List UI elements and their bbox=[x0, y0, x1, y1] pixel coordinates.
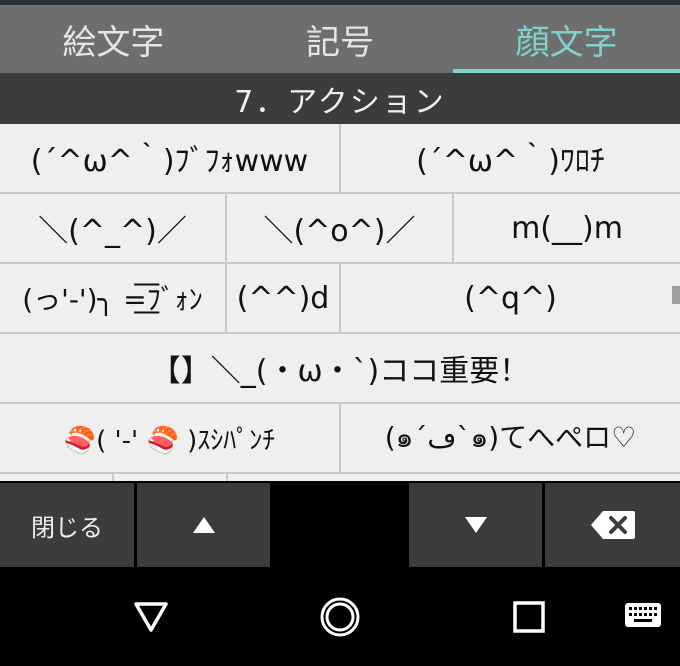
close-label: 閉じる bbox=[31, 513, 103, 542]
kaomoji-cell[interactable]: ＼(^_^)／ bbox=[0, 194, 225, 262]
kaomoji-cell[interactable] bbox=[0, 474, 112, 481]
kaomoji-cell[interactable]: 🍣( '-' 🍣 )ｽｼﾊﾟﾝﾁ bbox=[0, 404, 339, 472]
recents-button[interactable] bbox=[484, 568, 574, 666]
tab-symbols[interactable]: 記号 bbox=[227, 5, 454, 73]
page-up-button[interactable] bbox=[137, 483, 270, 567]
back-button[interactable] bbox=[106, 568, 196, 666]
kaomoji-cell[interactable]: (๑´ڡ`๑)てへぺロ♡ bbox=[341, 404, 680, 472]
grid-row bbox=[0, 474, 680, 481]
tab-bar: 絵文字 記号 顔文字 bbox=[0, 5, 680, 73]
kaomoji-cell[interactable]: 【】＼_(・ω・`)ココ重要！ bbox=[0, 334, 680, 402]
kaomoji-grid: (´^ω^｀)ﾌﾞﾌｫwww (´^ω^｀)ﾜﾛﾁ ＼(^_^)／ ＼(^o^)… bbox=[0, 124, 680, 481]
grid-row: 🍣( '-' 🍣 )ｽｼﾊﾟﾝﾁ (๑´ڡ`๑)てへぺロ♡ bbox=[0, 404, 680, 472]
tab-emoji[interactable]: 絵文字 bbox=[0, 5, 227, 73]
triangle-up-icon bbox=[192, 517, 215, 533]
triangle-down-icon bbox=[464, 517, 487, 533]
kaomoji-cell[interactable]: (´^ω^｀)ﾜﾛﾁ bbox=[341, 124, 680, 192]
grid-row: (っ'-')╮ =͟͟͞͞ﾌﾞｫﾝ (^^)d (^q^) bbox=[0, 264, 680, 332]
backspace-icon bbox=[590, 511, 635, 539]
keyboard-toolbar: 閉じる bbox=[0, 481, 680, 568]
kaomoji-cell[interactable]: (^^)d bbox=[227, 264, 339, 332]
category-header: 7．アクション bbox=[0, 73, 680, 124]
grid-row: ＼(^_^)／ ＼(^o^)／ m(__)m bbox=[0, 194, 680, 262]
navigation-bar bbox=[0, 568, 680, 666]
kaomoji-cell[interactable] bbox=[228, 474, 680, 481]
kaomoji-cell[interactable] bbox=[114, 474, 226, 481]
page-down-button[interactable] bbox=[409, 483, 542, 567]
backspace-button[interactable] bbox=[545, 483, 680, 567]
kaomoji-cell[interactable]: (´^ω^｀)ﾌﾞﾌｫwww bbox=[0, 124, 339, 192]
home-circle-icon bbox=[320, 597, 360, 637]
keyboard-switch-button[interactable] bbox=[598, 568, 680, 666]
keyboard-icon bbox=[625, 603, 661, 627]
kaomoji-cell[interactable]: (っ'-')╮ =͟͟͞͞ﾌﾞｫﾝ bbox=[0, 264, 225, 332]
grid-row: (´^ω^｀)ﾌﾞﾌｫwww (´^ω^｀)ﾜﾛﾁ bbox=[0, 124, 680, 192]
tab-kaomoji[interactable]: 顔文字 bbox=[453, 5, 680, 73]
kaomoji-cell[interactable]: (^q^) bbox=[341, 264, 680, 332]
home-button[interactable] bbox=[295, 568, 385, 666]
back-triangle-icon bbox=[134, 602, 168, 632]
scrollbar-thumb[interactable] bbox=[672, 286, 680, 304]
close-button[interactable]: 閉じる bbox=[0, 483, 134, 567]
kaomoji-cell[interactable]: m(__)m bbox=[454, 194, 680, 262]
recents-square-icon bbox=[513, 601, 545, 633]
kaomoji-cell[interactable]: ＼(^o^)／ bbox=[227, 194, 452, 262]
grid-row: 【】＼_(・ω・`)ココ重要！ bbox=[0, 334, 680, 402]
